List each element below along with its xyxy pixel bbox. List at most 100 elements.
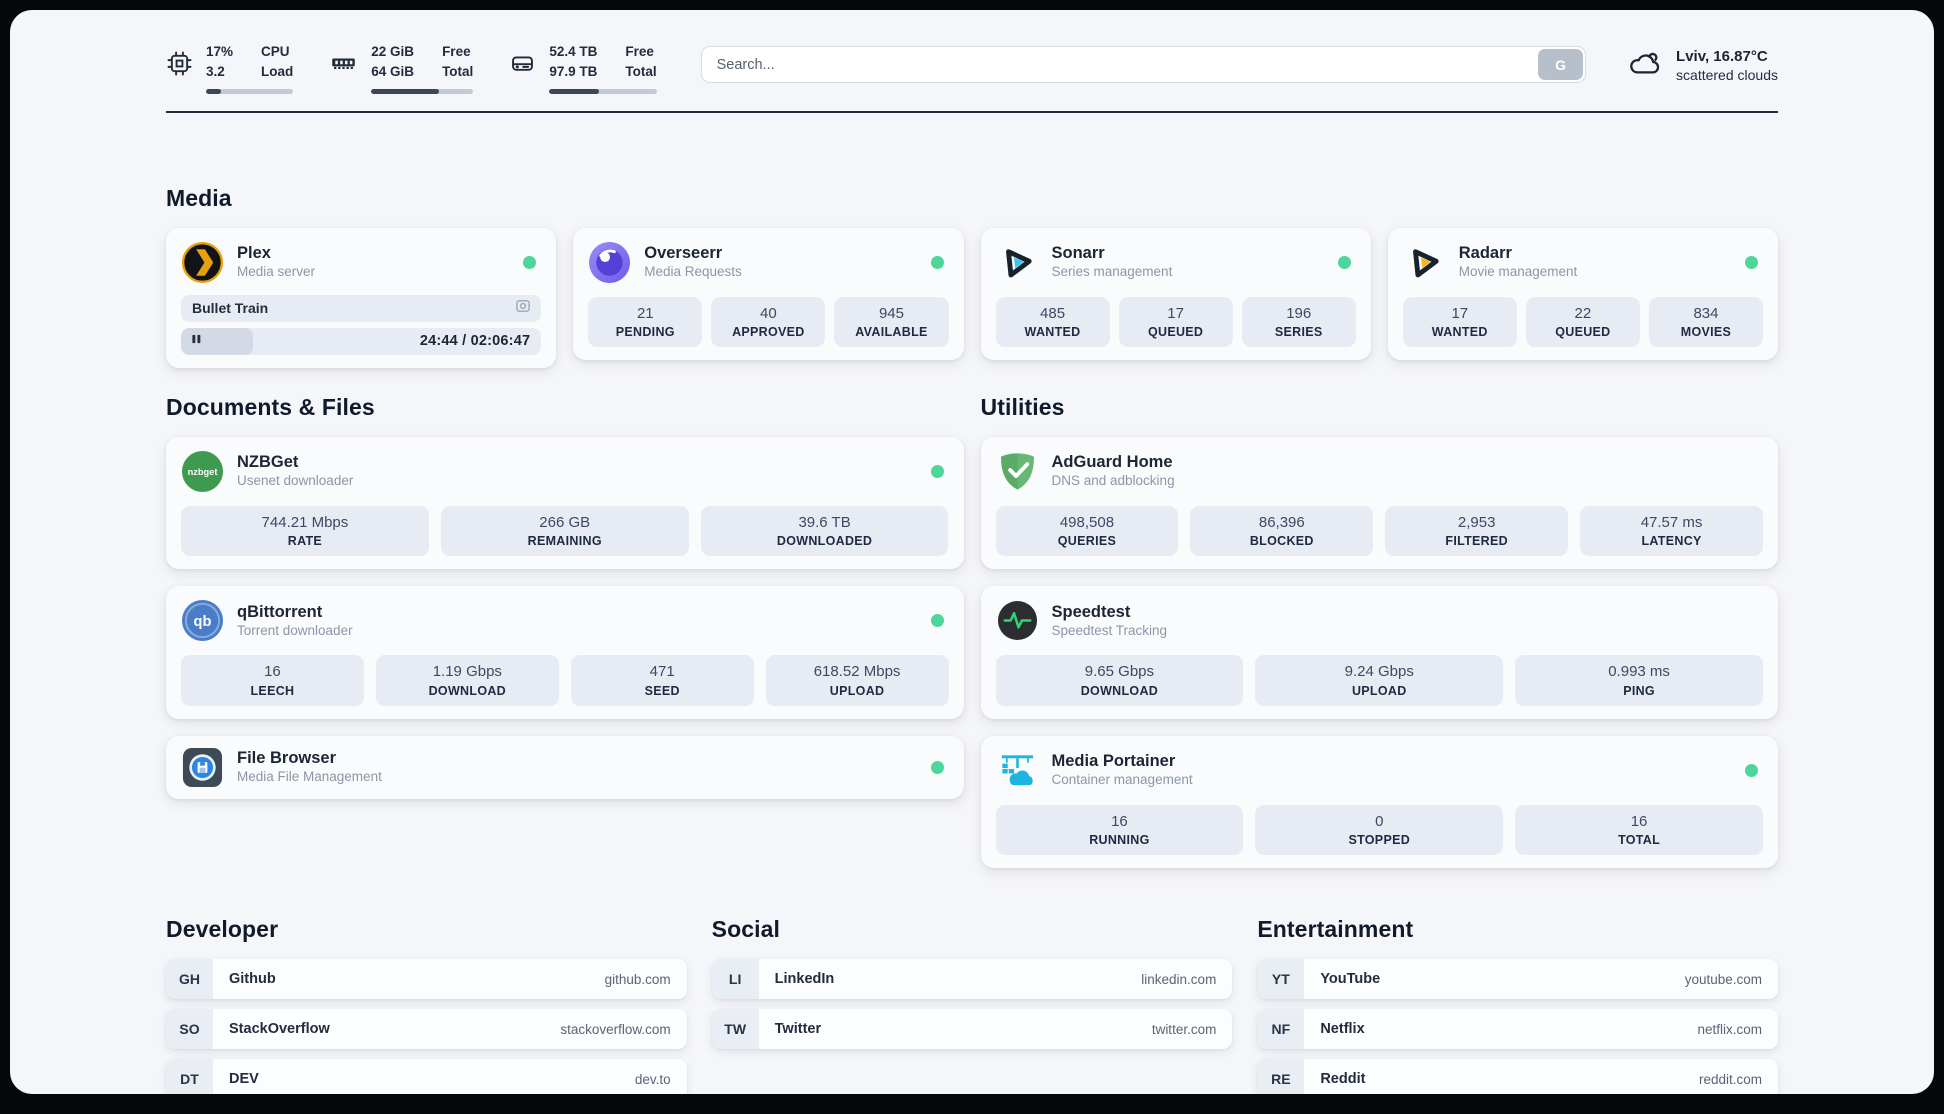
app-card-nzbget[interactable]: nzbget NZBGet Usenet downloader 744.21 Mbps…: [166, 436, 964, 570]
section-social: Social LI LinkedIn linkedin.com TW Twitter twi…: [711, 916, 1233, 1059]
nzbget-stat-remaining: 266 GB REMAINING: [440, 505, 689, 557]
section-entertainment: Entertainment YT YouTube youtube.com NF Netfl…: [1257, 916, 1778, 1094]
metric-text: 3.2: [206, 63, 225, 79]
search-input[interactable]: [700, 46, 1587, 83]
link-row-youtube[interactable]: YT YouTube youtube.com: [1257, 959, 1778, 1000]
app-card-qbittorrent[interactable]: qb qBittorrent Torrent downloader 16 LEECH 1.…: [166, 586, 964, 719]
plex-track-name: Bullet Train: [192, 300, 269, 317]
radarr-stat-wanted: 17 WANTED: [1402, 296, 1517, 348]
app-card-speedtest[interactable]: Speedtest Speedtest Tracking 9.65 Gbps DOWN…: [980, 586, 1778, 719]
plex-subtitle: Media server: [237, 264, 316, 280]
cpu-usage-bar: [206, 88, 294, 94]
adguard-icon: [996, 450, 1039, 493]
stat-label: WANTED: [1024, 325, 1081, 340]
radarr-stat-queued: 22 QUEUED: [1525, 296, 1640, 348]
overseerr-card-header: Overseerr Media Requests: [588, 241, 948, 284]
nzbget-card-header: nzbget NZBGet Usenet downloader: [181, 450, 949, 493]
metric-text: 97.9 TB: [549, 63, 598, 79]
memory-metric-values-col: 22 GiB 64 GiB: [371, 44, 414, 81]
section-title-media: Media: [166, 184, 232, 211]
link-row-stackoverflow[interactable]: SO StackOverflow stackoverflow.com: [166, 1009, 687, 1050]
stat-value: 21: [636, 304, 654, 322]
plex-titles: Plex Media server: [237, 244, 315, 280]
section-utilities: Utilities AdGuard Home DNS and adblocking…: [980, 394, 1778, 869]
overseerr-title: Overseerr: [644, 244, 723, 263]
app-card-radarr[interactable]: Radarr Movie management 17 WANTED 22 QUEUED 83…: [1387, 227, 1778, 361]
metric-text: 22 GiB: [371, 44, 415, 59]
app-card-adguard[interactable]: AdGuard Home DNS and adblocking 498,508 QUE…: [980, 436, 1778, 570]
link-row-reddit[interactable]: RE Reddit reddit.com: [1257, 1059, 1778, 1094]
storage-usage-bar: [549, 88, 657, 94]
link-row-netflix[interactable]: NF Netflix netflix.com: [1257, 1009, 1778, 1050]
stat-value: 22: [1574, 304, 1592, 322]
adguard-stats: 498,508 QUERIES 86,396 BLOCKED 2,953 FILTERED…: [995, 505, 1763, 557]
stat-label: PENDING: [615, 325, 675, 340]
link-abbreviation-badge: RE: [1257, 1059, 1305, 1094]
section-media: Media Plex Media server Bullet Train 24:44 …: [166, 185, 1778, 368]
metric-text: Total: [442, 63, 474, 79]
storage-metric-values-col: 52.4 TB 97.9 TB: [549, 44, 597, 81]
app-card-filebrowser[interactable]: File Browser Media File Management: [166, 735, 964, 799]
speedtest-title: Speedtest: [1051, 602, 1131, 621]
link-name: StackOverflow: [229, 1021, 330, 1038]
stat-label: FILTERED: [1445, 534, 1508, 549]
stat-value: 16: [264, 663, 281, 681]
link-abbreviation-badge: GH: [166, 959, 213, 1000]
section-title-social: Social: [711, 916, 781, 943]
cpu-metric-values-col: 17% 3.2: [206, 44, 233, 81]
metric-text: 52.4 TB: [549, 44, 598, 59]
middle-columns: Documents & Files nzbget NZBGet Usenet dow…: [166, 394, 1778, 869]
portainer-status-dot: [1745, 763, 1758, 777]
weather-text: Lviv, 16.87°C scattered clouds: [1676, 48, 1778, 83]
speedtest-titles: Speedtest Speedtest Tracking: [1052, 603, 1168, 639]
qbittorrent-icon: qb: [181, 599, 224, 642]
nzbget-stat-downloaded: 39.6 TB DOWNLOADED: [700, 505, 949, 557]
disk-icon: [509, 50, 536, 77]
svg-text:nzbget: nzbget: [188, 467, 218, 477]
app-card-portainer[interactable]: Media Portainer Container management 16 RUN…: [980, 735, 1778, 869]
filebrowser-status-dot: [930, 760, 944, 774]
filebrowser-card-header: File Browser Media File Management: [181, 746, 949, 789]
app-card-plex[interactable]: Plex Media server Bullet Train 24:44 / 02:0…: [166, 227, 557, 368]
overseerr-stat-available: 945 AVAILABLE: [834, 296, 949, 348]
adguard-title: AdGuard Home: [1051, 453, 1173, 472]
section-documents: Documents & Files nzbget NZBGet Usenet dow…: [166, 394, 964, 799]
ram-icon: [329, 50, 358, 77]
link-row-twitter[interactable]: TW Twitter twitter.com: [711, 1009, 1233, 1050]
qbittorrent-stat-seed: 471 SEED: [570, 655, 754, 706]
search-engine-button[interactable]: G: [1538, 49, 1584, 80]
radarr-icon: [1403, 241, 1446, 284]
stat-label: UPLOAD: [829, 683, 885, 698]
adguard-titles: AdGuard Home DNS and adblocking: [1052, 453, 1175, 489]
link-row-dev[interactable]: DT DEV dev.to: [166, 1059, 687, 1094]
portainer-titles: Media Portainer Container management: [1052, 752, 1193, 788]
qbittorrent-titles: qBittorrent Torrent downloader: [237, 603, 353, 639]
cpu-metric: 17% 3.2 CPU Load: [166, 44, 294, 94]
sonarr-stat-queued: 17 QUEUED: [1118, 296, 1233, 348]
overseerr-stats: 21 PENDING 40 APPROVED 945 AVAILABLE: [588, 296, 949, 348]
link-abbreviation-badge: TW: [711, 1009, 759, 1050]
plex-status-dot: [523, 255, 537, 269]
stat-label: APPROVED: [732, 325, 805, 340]
stat-label: AVAILABLE: [855, 325, 928, 340]
link-row-linkedin[interactable]: LI LinkedIn linkedin.com: [711, 959, 1233, 1000]
stat-label: DOWNLOAD: [428, 683, 506, 698]
sonarr-stat-series: 196 SERIES: [1241, 296, 1356, 348]
link-row-github[interactable]: GH Github github.com: [166, 959, 687, 1000]
link-name: Netflix: [1320, 1021, 1365, 1038]
portainer-title: Media Portainer: [1051, 752, 1176, 771]
speedtest-stat-ping: 0.993 ms PING: [1515, 655, 1763, 706]
utilities-card-stack: AdGuard Home DNS and adblocking 498,508 QUE…: [980, 436, 1778, 869]
topbar-divider: [166, 110, 1778, 113]
radarr-stat-movies: 834 MOVIES: [1648, 296, 1763, 348]
app-card-sonarr[interactable]: Sonarr Series management 485 WANTED 17 QUEUED…: [980, 227, 1371, 361]
link-name: LinkedIn: [774, 971, 835, 988]
link-name: Github: [229, 971, 276, 988]
screen-icon: [514, 297, 532, 320]
adguard-subtitle: DNS and adblocking: [1051, 473, 1175, 489]
plex-playback-progress[interactable]: 24:44 / 02:06:47: [181, 327, 542, 355]
stat-label: BLOCKED: [1249, 534, 1314, 549]
radarr-status-dot: [1745, 255, 1758, 269]
app-card-overseerr[interactable]: Overseerr Media Requests 21 PENDING 40 APPROV…: [573, 227, 964, 361]
sonarr-title: Sonarr: [1051, 244, 1105, 263]
